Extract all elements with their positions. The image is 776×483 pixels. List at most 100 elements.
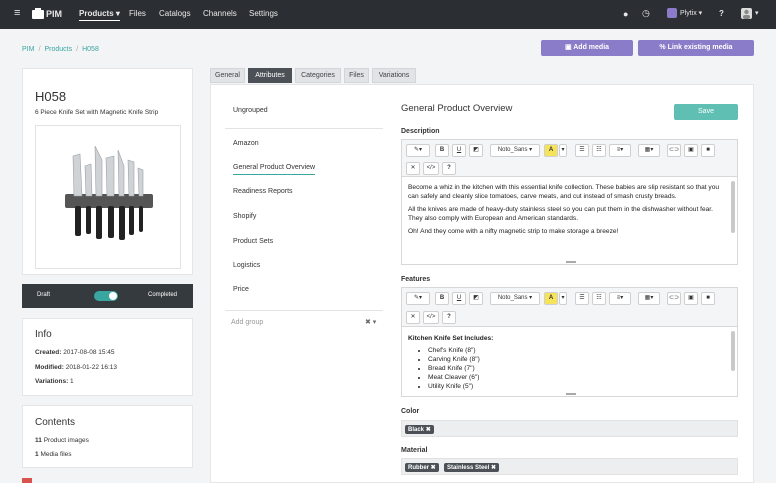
image-icon: ▣	[564, 44, 572, 51]
group-shopify[interactable]: Shopify	[233, 213, 256, 220]
numbered-list-icon[interactable]: ☷	[592, 292, 606, 305]
bold-icon[interactable]: B	[435, 144, 449, 157]
contents-media[interactable]: 1 Media files	[35, 451, 72, 458]
material-tag[interactable]: Rubber ✖	[405, 463, 439, 472]
tab-variations[interactable]: Variations	[372, 68, 416, 83]
features-scrollbar[interactable]	[731, 331, 735, 371]
fullscreen-icon[interactable]: ✕	[406, 162, 420, 175]
resize-handle-icon[interactable]	[566, 261, 576, 263]
link-insert-icon[interactable]: ⊂⊃	[667, 144, 681, 157]
brand-name[interactable]: PIM	[46, 9, 62, 19]
group-logistics[interactable]: Logistics	[233, 262, 260, 269]
table-icon[interactable]: ▦▾	[638, 292, 660, 305]
top-navbar: ≡ PIM Products ▾ Files Catalogs Channels…	[0, 0, 776, 29]
group-price[interactable]: Price	[233, 286, 249, 293]
align-icon[interactable]: ≡▾	[609, 144, 631, 157]
group-readiness-reports[interactable]: Readiness Reports	[233, 188, 293, 195]
resize-handle-icon[interactable]	[566, 393, 576, 395]
bold-icon[interactable]: B	[435, 292, 449, 305]
code-view-icon[interactable]: </>	[423, 311, 439, 324]
breadcrumb-products[interactable]: Products	[44, 46, 72, 53]
description-editor[interactable]: Become a whiz in the kitchen with this e…	[401, 177, 738, 265]
font-select[interactable]: Noto_Sans ▾	[490, 144, 540, 157]
save-button[interactable]: Save	[674, 104, 738, 120]
color-tags-field[interactable]: Black ✖	[401, 420, 738, 437]
video-icon[interactable]: ■	[701, 292, 715, 305]
magic-wand-icon[interactable]: ✎▾	[406, 292, 430, 305]
font-select[interactable]: Noto_Sans ▾	[490, 292, 540, 305]
tab-attributes[interactable]: Attributes	[248, 68, 292, 83]
eraser-icon[interactable]: ◩	[469, 144, 483, 157]
magic-wand-icon[interactable]: ✎▾	[406, 144, 430, 157]
help-icon[interactable]: ?	[719, 9, 724, 18]
info-created: Created: 2017-08-08 15:45	[35, 349, 115, 356]
nav-products[interactable]: Products ▾	[79, 9, 120, 21]
text-color-icon[interactable]: A	[544, 292, 558, 305]
code-view-icon[interactable]: </>	[423, 162, 439, 175]
nav-channels[interactable]: Channels	[203, 9, 237, 18]
contents-title: Contents	[35, 417, 76, 428]
contents-card: Contents 11 Product images 1 Media files	[22, 405, 193, 468]
product-image[interactable]	[35, 125, 181, 269]
align-icon[interactable]: ≡▾	[609, 292, 631, 305]
bullet-list-icon[interactable]: ☰	[575, 292, 589, 305]
hamburger-menu-icon[interactable]: ≡	[14, 7, 20, 19]
clock-icon[interactable]: ◷	[642, 8, 650, 19]
help-editor-icon[interactable]: ?	[442, 162, 456, 175]
picture-icon[interactable]: ▣	[684, 144, 698, 157]
features-editor[interactable]: Kitchen Knife Set Includes: Chef's Knife…	[401, 327, 738, 397]
nav-settings[interactable]: Settings	[249, 9, 278, 18]
info-variations: Variations: 1	[35, 378, 74, 385]
text-color-icon[interactable]: A	[544, 144, 558, 157]
numbered-list-icon[interactable]: ☷	[592, 144, 606, 157]
account-switcher[interactable]: Plytix ▾	[680, 9, 702, 17]
user-menu-chevron-icon[interactable]: ▾	[755, 9, 759, 17]
features-label: Features	[401, 276, 431, 283]
tab-general[interactable]: General	[210, 68, 245, 83]
clear-icon[interactable]: ✖ ▾	[365, 318, 376, 326]
group-product-sets[interactable]: Product Sets	[233, 238, 273, 245]
link-existing-media-button[interactable]: % Link existing media	[638, 40, 754, 56]
color-tag[interactable]: Black ✖	[405, 425, 434, 434]
material-tag[interactable]: Stainless Steel ✖	[443, 463, 499, 472]
bullet-list-icon[interactable]: ☰	[575, 144, 589, 157]
feature-item: Bread Knife (7")	[428, 364, 723, 373]
underline-icon[interactable]: U	[452, 144, 466, 157]
partial-red-icon	[22, 478, 32, 483]
link-insert-icon[interactable]: ⊂⊃	[667, 292, 681, 305]
breadcrumb-pim[interactable]: PIM	[22, 46, 34, 53]
fullscreen-icon[interactable]: ✕	[406, 311, 420, 324]
user-avatar[interactable]	[741, 8, 752, 21]
description-scrollbar[interactable]	[731, 181, 735, 233]
status-draft-label: Draft	[37, 292, 51, 298]
tab-files[interactable]: Files	[344, 68, 369, 83]
add-media-button[interactable]: ▣ Add media	[541, 40, 633, 56]
group-amazon[interactable]: Amazon	[233, 140, 259, 147]
text-color-chevron-icon[interactable]: ▾	[559, 292, 567, 305]
picture-icon[interactable]: ▣	[684, 292, 698, 305]
pim-logo-icon	[32, 8, 44, 21]
tab-categories[interactable]: Categories	[295, 68, 341, 83]
notification-dot-icon[interactable]: ●	[623, 9, 628, 19]
info-card: Info Created: 2017-08-08 15:45 Modified:…	[22, 318, 193, 396]
group-ungrouped[interactable]: Ungrouped	[233, 107, 268, 114]
product-sku: H058	[35, 89, 67, 104]
nav-catalogs[interactable]: Catalogs	[159, 9, 191, 18]
material-label: Material	[401, 447, 428, 454]
contents-images[interactable]: 11 Product images	[35, 437, 89, 444]
group-general-product-overview[interactable]: General Product Overview	[233, 164, 316, 175]
text-color-chevron-icon[interactable]: ▾	[559, 144, 567, 157]
help-editor-icon[interactable]: ?	[442, 311, 456, 324]
video-icon[interactable]: ■	[701, 144, 715, 157]
eraser-icon[interactable]: ◩	[469, 292, 483, 305]
add-group-select[interactable]: Add group ✖ ▾	[225, 310, 383, 332]
underline-icon[interactable]: U	[452, 292, 466, 305]
description-paragraph-3: Oh! And they come with a nifty magnetic …	[408, 228, 619, 235]
status-toggle-switch[interactable]	[94, 291, 118, 301]
table-icon[interactable]: ▦▾	[638, 144, 660, 157]
remove-tag-icon: ✖	[425, 427, 431, 433]
nav-files[interactable]: Files	[129, 9, 146, 18]
material-tags-field[interactable]: Rubber ✖ Stainless Steel ✖	[401, 458, 738, 475]
description-paragraph-1: Become a whiz in the kitchen with this e…	[408, 184, 720, 200]
breadcrumb-current: H058	[82, 46, 99, 53]
